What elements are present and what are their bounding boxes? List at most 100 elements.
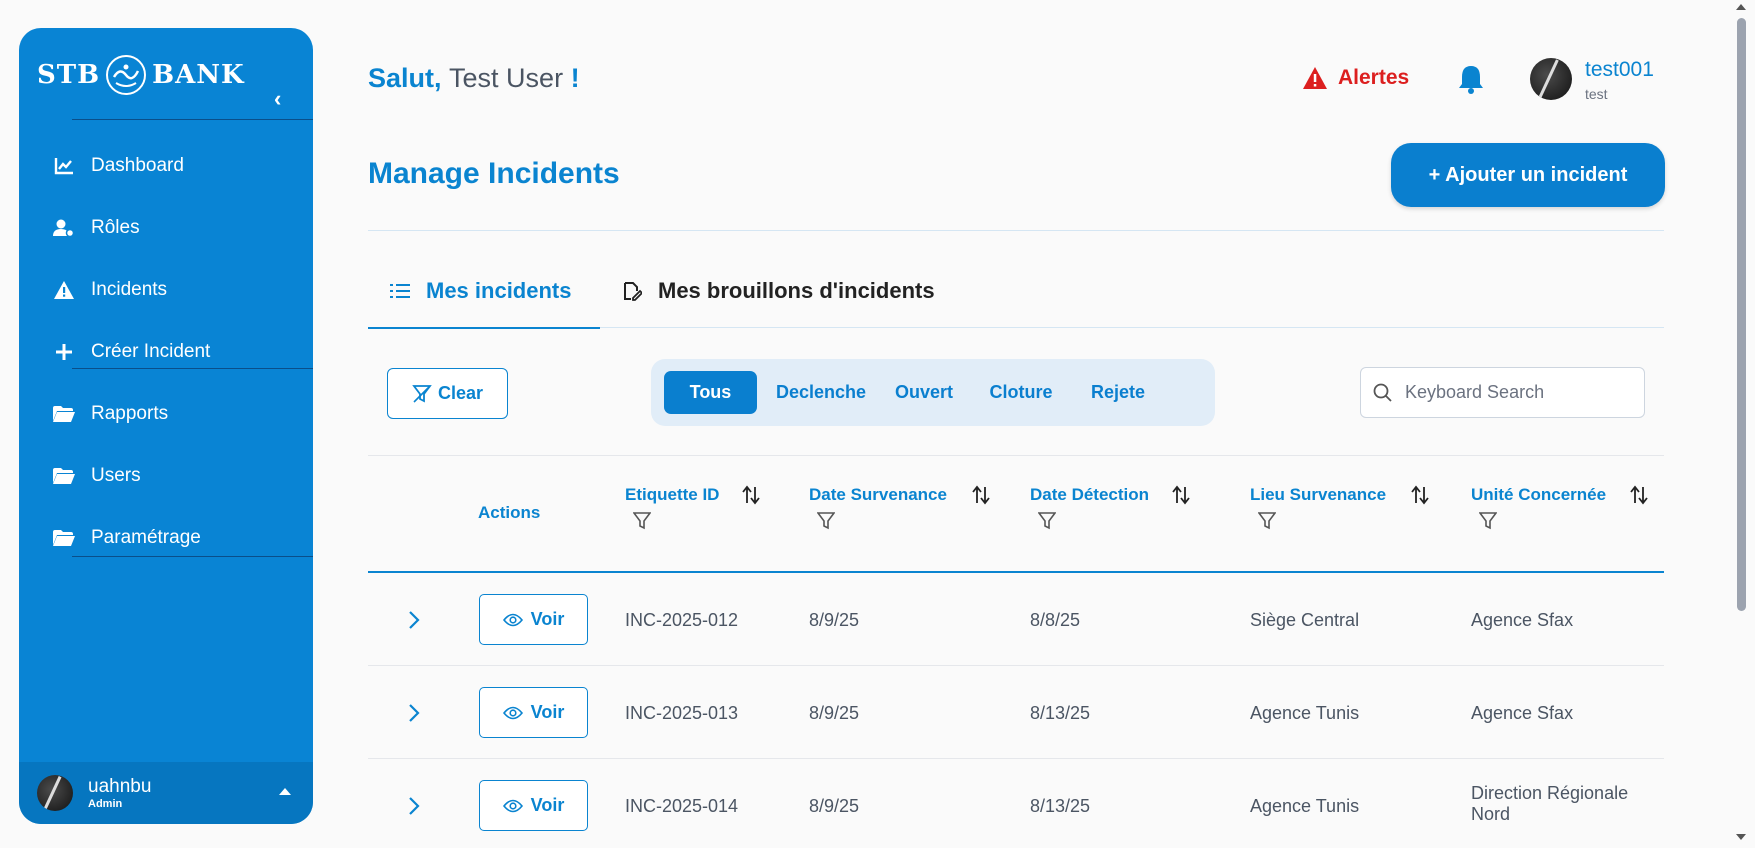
- sidebar-user-menu[interactable]: uahnbu Admin: [19, 762, 313, 824]
- logo: STB BANK: [37, 50, 245, 100]
- sidebar-item-parametrage[interactable]: Paramétrage: [53, 523, 201, 553]
- filter-rejete[interactable]: Rejete: [1077, 371, 1159, 414]
- app-root: STB BANK ‹ Dashboard Rôles Incidents Cré…: [0, 0, 1755, 848]
- cell-unite: Direction Régionale Nord: [1471, 783, 1629, 824]
- list-icon: [390, 284, 410, 298]
- filter-declenche[interactable]: Declenche: [766, 371, 876, 414]
- clear-filters-button[interactable]: Clear: [387, 368, 508, 419]
- profile-subtitle: test: [1585, 86, 1608, 102]
- cell-date-detection: 8/13/25: [1030, 796, 1091, 816]
- sidebar-item-label: Créer Incident: [91, 341, 211, 362]
- caret-up-icon[interactable]: [279, 788, 291, 795]
- tab-mes-brouillons[interactable]: Mes brouillons d'incidents: [622, 278, 935, 304]
- cell-date-survenance: 8/9/25: [809, 610, 860, 630]
- alerts-label: Alertes: [1338, 66, 1410, 89]
- collapse-sidebar-button[interactable]: ‹: [274, 86, 281, 112]
- cell-date-survenance: 8/9/25: [809, 796, 860, 816]
- sidebar-item-label: Paramétrage: [91, 527, 201, 548]
- column-header-date-survenance[interactable]: Date Survenance: [809, 485, 947, 505]
- search-icon: [1373, 383, 1392, 402]
- search-box: [1360, 367, 1645, 418]
- column-header-lieu-survenance[interactable]: Lieu Survenance: [1250, 485, 1386, 505]
- sidebar-item-label: Rôles: [91, 217, 140, 238]
- add-incident-button[interactable]: + Ajouter un incident: [1391, 143, 1665, 207]
- table-row: Voir INC-2025-012 8/9/25 8/8/25 Siège Ce…: [368, 573, 1664, 666]
- cell-date-survenance: 8/9/25: [809, 703, 860, 723]
- column-header-date-detection[interactable]: Date Détection: [1030, 485, 1149, 505]
- sidebar-user-name: uahnbu: [88, 776, 152, 797]
- scrollbar-thumb[interactable]: [1737, 18, 1746, 611]
- column-filter-icon[interactable]: [817, 512, 835, 530]
- logo-text-right: BANK: [152, 60, 245, 90]
- sidebar-item-rapports[interactable]: Rapports: [53, 399, 168, 429]
- column-filter-icon[interactable]: [1258, 512, 1276, 530]
- voir-button[interactable]: Voir: [479, 687, 588, 738]
- sort-icon[interactable]: [741, 485, 761, 505]
- sort-icon[interactable]: [1410, 485, 1430, 505]
- eye-icon: [502, 799, 523, 812]
- voir-label: Voir: [530, 702, 565, 722]
- chevron-right-icon[interactable]: [408, 610, 420, 630]
- plus-icon: [53, 341, 75, 363]
- filter-ouvert[interactable]: Ouvert: [881, 371, 967, 414]
- greeting-exclaim: !: [570, 63, 580, 93]
- cell-id: INC-2025-012: [625, 610, 739, 630]
- chart-line-icon: [53, 155, 75, 177]
- sidebar-item-incidents[interactable]: Incidents: [53, 275, 167, 305]
- column-header-actions: Actions: [478, 503, 541, 522]
- filter-clear-icon: [412, 384, 432, 403]
- chevron-right-icon[interactable]: [408, 703, 420, 723]
- greeting-user: Test User: [449, 63, 564, 93]
- sidebar-item-label: Incidents: [91, 279, 168, 300]
- filter-tous[interactable]: Tous: [664, 371, 757, 414]
- sort-icon[interactable]: [1629, 485, 1649, 505]
- column-filter-icon[interactable]: [633, 512, 651, 530]
- cell-date-detection: 8/8/25: [1030, 610, 1081, 630]
- voir-button[interactable]: Voir: [479, 594, 588, 645]
- column-filter-icon[interactable]: [1038, 512, 1056, 530]
- column-header-unite-concernee[interactable]: Unité Concernée: [1471, 485, 1606, 505]
- cell-lieu: Agence Tunis: [1250, 796, 1360, 816]
- avatar: [37, 775, 73, 811]
- greeting-prefix: Salut,: [368, 63, 442, 93]
- cell-id: INC-2025-013: [625, 703, 739, 723]
- cell-lieu: Siège Central: [1250, 610, 1360, 630]
- folder-icon: [53, 403, 75, 425]
- page-title: Manage Incidents: [368, 157, 620, 190]
- warning-icon: [53, 279, 75, 301]
- filter-cloture[interactable]: Cloture: [973, 371, 1069, 414]
- sort-icon[interactable]: [1171, 485, 1191, 505]
- sidebar-item-creer-incident[interactable]: Créer Incident: [53, 337, 210, 367]
- search-input[interactable]: [1405, 382, 1635, 403]
- clear-label: Clear: [437, 383, 484, 403]
- chevron-right-icon[interactable]: [408, 796, 420, 816]
- voir-label: Voir: [530, 795, 565, 815]
- sidebar-item-roles[interactable]: Rôles: [53, 213, 140, 243]
- cell-unite: Agence Sfax: [1471, 610, 1574, 630]
- divider: [368, 230, 1664, 231]
- sort-icon[interactable]: [971, 485, 991, 505]
- folder-icon: [53, 465, 75, 487]
- edit-file-icon: [624, 282, 642, 301]
- divider: [368, 455, 1664, 456]
- scroll-up-arrow[interactable]: [1736, 4, 1746, 10]
- alerts-link[interactable]: Alertes: [1302, 66, 1419, 90]
- profile-name[interactable]: test001: [1585, 58, 1654, 82]
- sidebar-item-dashboard[interactable]: Dashboard: [53, 151, 184, 181]
- sidebar-item-label: Users: [91, 465, 141, 486]
- voir-label: Voir: [530, 609, 565, 629]
- profile-avatar[interactable]: [1530, 58, 1572, 100]
- greeting: Salut, Test User !: [368, 63, 580, 94]
- cell-lieu: Agence Tunis: [1250, 703, 1360, 723]
- sidebar-item-users[interactable]: Users: [53, 461, 141, 491]
- tab-label: Mes incidents: [426, 278, 572, 303]
- table-row: Voir INC-2025-014 8/9/25 8/13/25 Agence …: [368, 759, 1664, 848]
- tab-label: Mes brouillons d'incidents: [658, 278, 935, 303]
- tab-mes-incidents[interactable]: Mes incidents: [390, 278, 571, 304]
- column-header-etiquette-id[interactable]: Etiquette ID: [625, 485, 719, 505]
- scroll-down-arrow[interactable]: [1736, 834, 1746, 840]
- voir-button[interactable]: Voir: [479, 780, 588, 831]
- bell-icon[interactable]: [1457, 64, 1485, 99]
- column-filter-icon[interactable]: [1479, 512, 1497, 530]
- logo-text-left: STB: [37, 60, 101, 90]
